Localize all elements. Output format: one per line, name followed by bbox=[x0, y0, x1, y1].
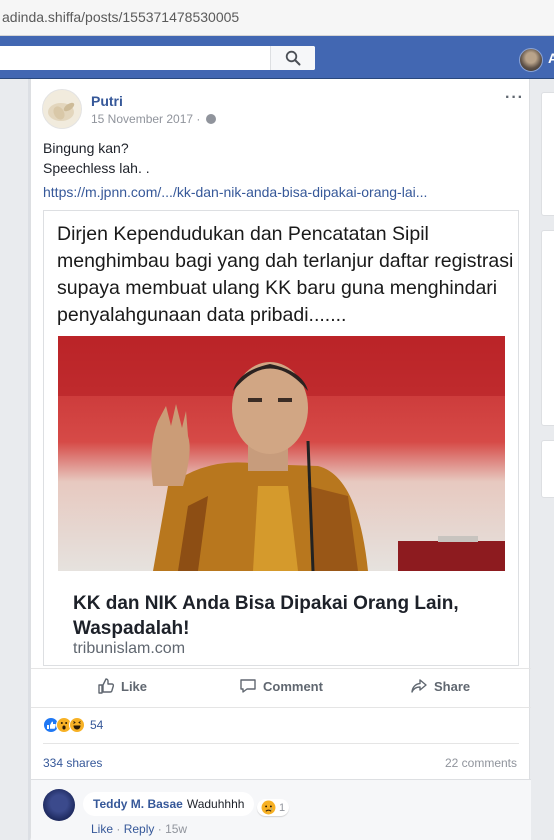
more-options-icon[interactable]: ··· bbox=[505, 89, 524, 107]
thumbs-up-icon bbox=[98, 678, 115, 694]
haha-reaction-icon bbox=[69, 717, 85, 733]
user-name-initial[interactable]: A bbox=[548, 50, 554, 66]
post-author[interactable]: Putri bbox=[91, 93, 123, 109]
link-attachment[interactable]: Dirjen Kependudukan dan Pencatatan Sipil… bbox=[43, 210, 519, 666]
comment-icon bbox=[240, 679, 256, 693]
url-text[interactable]: adinda.shiffa/posts/155371478530005 bbox=[2, 9, 239, 25]
post-card: Putri 15 November 2017 · ··· Bingung kan… bbox=[30, 79, 531, 840]
search-icon bbox=[285, 50, 301, 66]
comment-bubble: Teddy M. Basae Waduhhhh bbox=[83, 792, 255, 816]
divider bbox=[43, 743, 519, 744]
reaction-count[interactable]: 54 bbox=[90, 718, 103, 732]
share-label: Share bbox=[434, 678, 471, 694]
share-icon bbox=[411, 679, 427, 693]
like-label: Like bbox=[121, 678, 148, 694]
comment-meta: Like · Reply · 15w bbox=[91, 822, 188, 836]
comment-reply-link[interactable]: Reply bbox=[124, 822, 155, 836]
comment-time[interactable]: 15w bbox=[165, 822, 187, 836]
right-column-card bbox=[541, 440, 554, 498]
search-input[interactable] bbox=[0, 46, 315, 70]
comment-label: Comment bbox=[263, 678, 323, 694]
comments-count[interactable]: 22 comments bbox=[445, 756, 517, 770]
comment-text: Waduhhhh bbox=[186, 797, 245, 811]
attachment-domain: tribunislam.com bbox=[73, 640, 186, 657]
divider bbox=[31, 668, 531, 669]
commenter-name[interactable]: Teddy M. Basae bbox=[93, 797, 183, 811]
like-button[interactable]: Like bbox=[97, 677, 147, 695]
share-button[interactable]: Share bbox=[410, 677, 470, 695]
globe-icon bbox=[205, 114, 216, 124]
reactions-summary[interactable]: 54 bbox=[43, 717, 103, 733]
comment-section: Teddy M. Basae Waduhhhh 1 Like · Reply ·… bbox=[31, 779, 531, 840]
author-avatar[interactable] bbox=[42, 89, 82, 129]
attachment-photo bbox=[58, 336, 505, 571]
shares-count[interactable]: 334 shares bbox=[43, 756, 102, 770]
commenter-avatar[interactable] bbox=[43, 789, 75, 821]
comment-reaction[interactable]: 1 bbox=[257, 799, 290, 816]
post-text: Bingung kan? bbox=[43, 140, 129, 156]
divider bbox=[31, 707, 531, 708]
attachment-caption: Dirjen Kependudukan dan Pencatatan Sipil… bbox=[57, 223, 514, 326]
user-avatar[interactable] bbox=[519, 48, 543, 72]
right-column-card bbox=[541, 230, 554, 426]
post-date[interactable]: 15 November 2017 · bbox=[91, 112, 216, 126]
post-link[interactable]: https://m.jpnn.com/.../kk-dan-nik-anda-b… bbox=[43, 184, 427, 200]
right-column-card bbox=[541, 92, 554, 216]
browser-url-bar[interactable]: adinda.shiffa/posts/155371478530005 bbox=[0, 0, 554, 36]
attachment-headline[interactable]: KK dan NIK Anda Bisa Dipakai Orang Lain,… bbox=[73, 591, 513, 641]
facebook-top-bar: A bbox=[0, 36, 554, 79]
comment-like-link[interactable]: Like bbox=[91, 822, 113, 836]
comment-reaction-count: 1 bbox=[279, 801, 286, 814]
search-button[interactable] bbox=[270, 46, 315, 70]
comment-button[interactable]: Comment bbox=[239, 677, 323, 695]
sad-reaction-icon bbox=[261, 800, 276, 815]
post-text: Speechless lah. . bbox=[43, 160, 150, 176]
